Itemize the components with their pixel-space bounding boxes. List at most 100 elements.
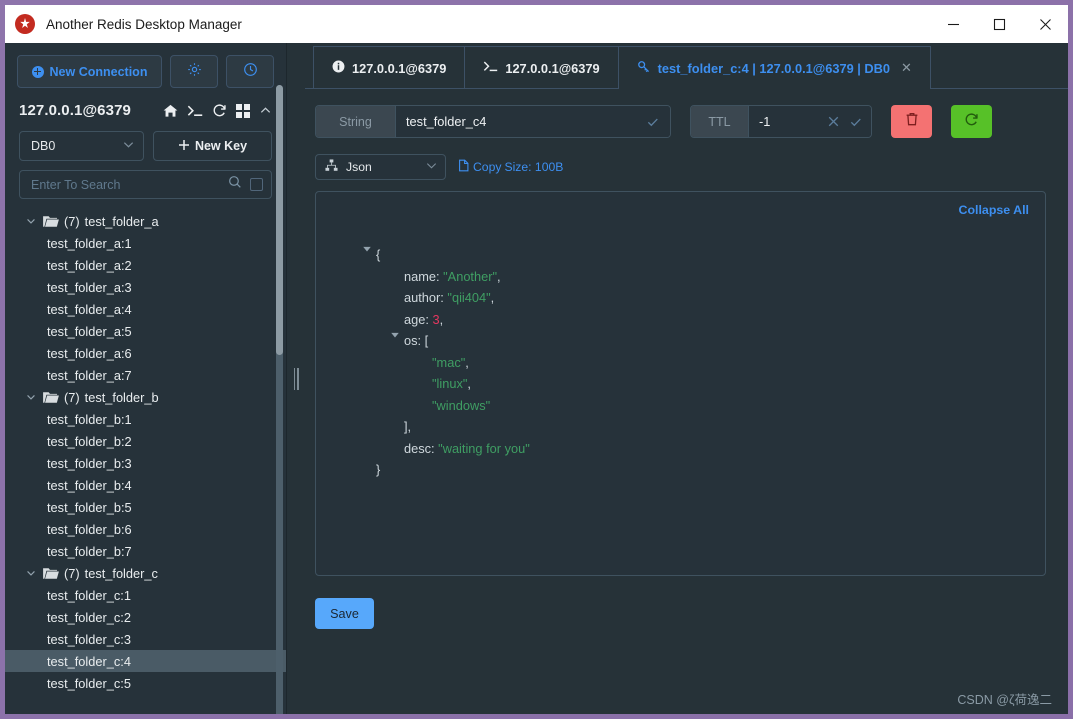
tree-key-item[interactable]: test_folder_b:5 <box>5 496 286 518</box>
tree-key-item[interactable]: test_folder_c:1 <box>5 584 286 606</box>
tab-label: 127.0.0.1@6379 <box>505 60 600 76</box>
ttl-input[interactable]: -1 <box>759 114 770 129</box>
tree-key-item[interactable]: test_folder_b:1 <box>5 408 286 430</box>
json-line: desc: "waiting for you" <box>362 438 1029 460</box>
home-icon[interactable] <box>163 104 178 118</box>
sidebar-scrollbar-thumb[interactable] <box>276 85 283 355</box>
ttl-input-wrap[interactable]: -1 <box>749 106 871 137</box>
tree-key-item[interactable]: test_folder_c:3 <box>5 628 286 650</box>
terminal-icon[interactable] <box>187 104 203 118</box>
db-select-value: DB0 <box>31 139 56 153</box>
json-array-item: "mac", <box>362 352 1029 374</box>
search-row: Enter To Search <box>5 161 286 199</box>
folder-open-icon <box>43 391 59 404</box>
json-value: "windows" <box>432 397 491 413</box>
new-connection-button[interactable]: New Connection <box>17 55 162 88</box>
tab-close-icon[interactable]: ✕ <box>901 60 912 76</box>
chevron-down-icon[interactable] <box>25 215 37 227</box>
history-button[interactable] <box>226 55 274 88</box>
tab-2[interactable]: 127.0.0.1@6379 <box>465 46 619 89</box>
new-key-label: New Key <box>194 139 248 153</box>
json-viewer[interactable]: Collapse All {name: "Another", author: "q… <box>315 191 1046 576</box>
connection-name: 127.0.0.1@6379 <box>19 102 131 119</box>
tree-key-item[interactable]: test_folder_b:4 <box>5 474 286 496</box>
json-comma: , <box>467 376 471 391</box>
app-window: Another Redis Desktop Manager New Connec… <box>5 5 1068 714</box>
tree-key-item[interactable]: test_folder_a:6 <box>5 342 286 364</box>
tree-key-item[interactable]: test_folder_a:7 <box>5 364 286 386</box>
tree-key-item[interactable]: test_folder_b:2 <box>5 430 286 452</box>
chevron-down-icon <box>122 138 135 154</box>
close-button[interactable] <box>1022 5 1068 43</box>
refresh-icon <box>964 112 979 132</box>
minimize-button[interactable] <box>930 5 976 43</box>
sidebar-scrollbar[interactable] <box>276 85 283 714</box>
settings-button[interactable] <box>170 55 218 88</box>
tree-key-item[interactable]: test_folder_b:3 <box>5 452 286 474</box>
db-select[interactable]: DB0 <box>19 131 144 161</box>
splitter-grip-icon <box>293 367 299 390</box>
check-icon[interactable] <box>646 115 660 129</box>
copy-label[interactable]: Copy <box>473 160 501 174</box>
grid-icon[interactable] <box>236 103 250 118</box>
tree-folder[interactable]: (7) test_folder_a <box>5 210 286 232</box>
search-input[interactable]: Enter To Search <box>31 178 220 192</box>
new-connection-label: New Connection <box>49 64 148 79</box>
chevron-up-icon[interactable] <box>259 104 272 117</box>
chevron-down-icon[interactable] <box>25 391 37 403</box>
refresh-key-button[interactable] <box>951 105 992 138</box>
key-toolbar: String test_folder_c4 TTL -1 <box>315 105 1046 138</box>
tree-icon <box>325 159 338 175</box>
sidebar: New Connection 127.0.0.1@6379 DB0 New Ke… <box>5 43 287 714</box>
redis-logo-icon <box>15 14 35 34</box>
maximize-button[interactable] <box>976 5 1022 43</box>
delete-key-button[interactable] <box>891 105 932 138</box>
copy-size-info[interactable]: Copy Size: 100B <box>458 159 563 175</box>
search-box[interactable]: Enter To Search <box>19 170 272 199</box>
json-array-item: "linux", <box>362 373 1029 395</box>
tree-key-item[interactable]: test_folder_b:7 <box>5 540 286 562</box>
ttl-field[interactable]: TTL -1 <box>690 105 872 138</box>
tree-folder-label: test_folder_a <box>84 213 159 229</box>
tree-key-item[interactable]: test_folder_a:3 <box>5 276 286 298</box>
new-key-button[interactable]: New Key <box>153 131 272 161</box>
key-name-input-wrap[interactable]: test_folder_c4 <box>396 106 670 137</box>
panel-splitter[interactable] <box>287 43 305 714</box>
key-name-field[interactable]: String test_folder_c4 <box>315 105 671 138</box>
tree-folder[interactable]: (7) test_folder_c <box>5 562 286 584</box>
tree-folder-count: (7) <box>64 213 80 229</box>
caret-down-icon[interactable] <box>390 330 404 340</box>
copy-icon <box>458 159 470 175</box>
tree-key-item-selected[interactable]: test_folder_c:4 <box>5 650 286 672</box>
caret-down-icon[interactable] <box>362 244 376 254</box>
tree-key-item[interactable]: test_folder_a:1 <box>5 232 286 254</box>
save-button[interactable]: Save <box>315 598 374 629</box>
tree-key-item[interactable]: test_folder_a:2 <box>5 254 286 276</box>
tab-3[interactable]: test_folder_c:4 | 127.0.0.1@6379 | DB0 ✕ <box>618 46 931 90</box>
chevron-down-icon[interactable] <box>25 567 37 579</box>
tab-1[interactable]: 127.0.0.1@6379 <box>313 46 466 89</box>
view-format-select[interactable]: Json <box>315 154 446 180</box>
main-panel: 127.0.0.1@6379 127.0.0.1@6379 test_folder_… <box>305 43 1068 714</box>
check-icon[interactable] <box>849 115 863 129</box>
key-tree[interactable]: (7) test_folder_a test_folder_a:1 test_fold… <box>5 210 286 714</box>
json-content: {name: "Another", author: "qii404", age: 3… <box>332 206 1029 481</box>
json-close-brace: } <box>376 462 381 477</box>
search-checkbox[interactable] <box>250 178 263 191</box>
json-line: name: "Another", <box>362 266 1029 288</box>
tree-key-item[interactable]: test_folder_a:4 <box>5 298 286 320</box>
tree-key-item[interactable]: test_folder_c:2 <box>5 606 286 628</box>
tree-folder[interactable]: (7) test_folder_b <box>5 386 286 408</box>
tree-key-item[interactable]: test_folder_a:5 <box>5 320 286 342</box>
tree-key-item[interactable]: test_folder_b:6 <box>5 518 286 540</box>
tree-folder-count: (7) <box>64 389 80 405</box>
tree-key-item[interactable]: test_folder_c:5 <box>5 672 286 694</box>
refresh-icon[interactable] <box>212 103 227 118</box>
close-icon[interactable] <box>827 115 840 128</box>
collapse-all-link[interactable]: Collapse All <box>959 203 1029 217</box>
search-icon[interactable] <box>228 175 242 194</box>
title-bar: Another Redis Desktop Manager <box>5 5 1068 43</box>
gear-icon <box>187 62 202 82</box>
key-name-input[interactable]: test_folder_c4 <box>406 114 486 129</box>
desktop-background: Another Redis Desktop Manager New Connec… <box>0 0 1073 719</box>
